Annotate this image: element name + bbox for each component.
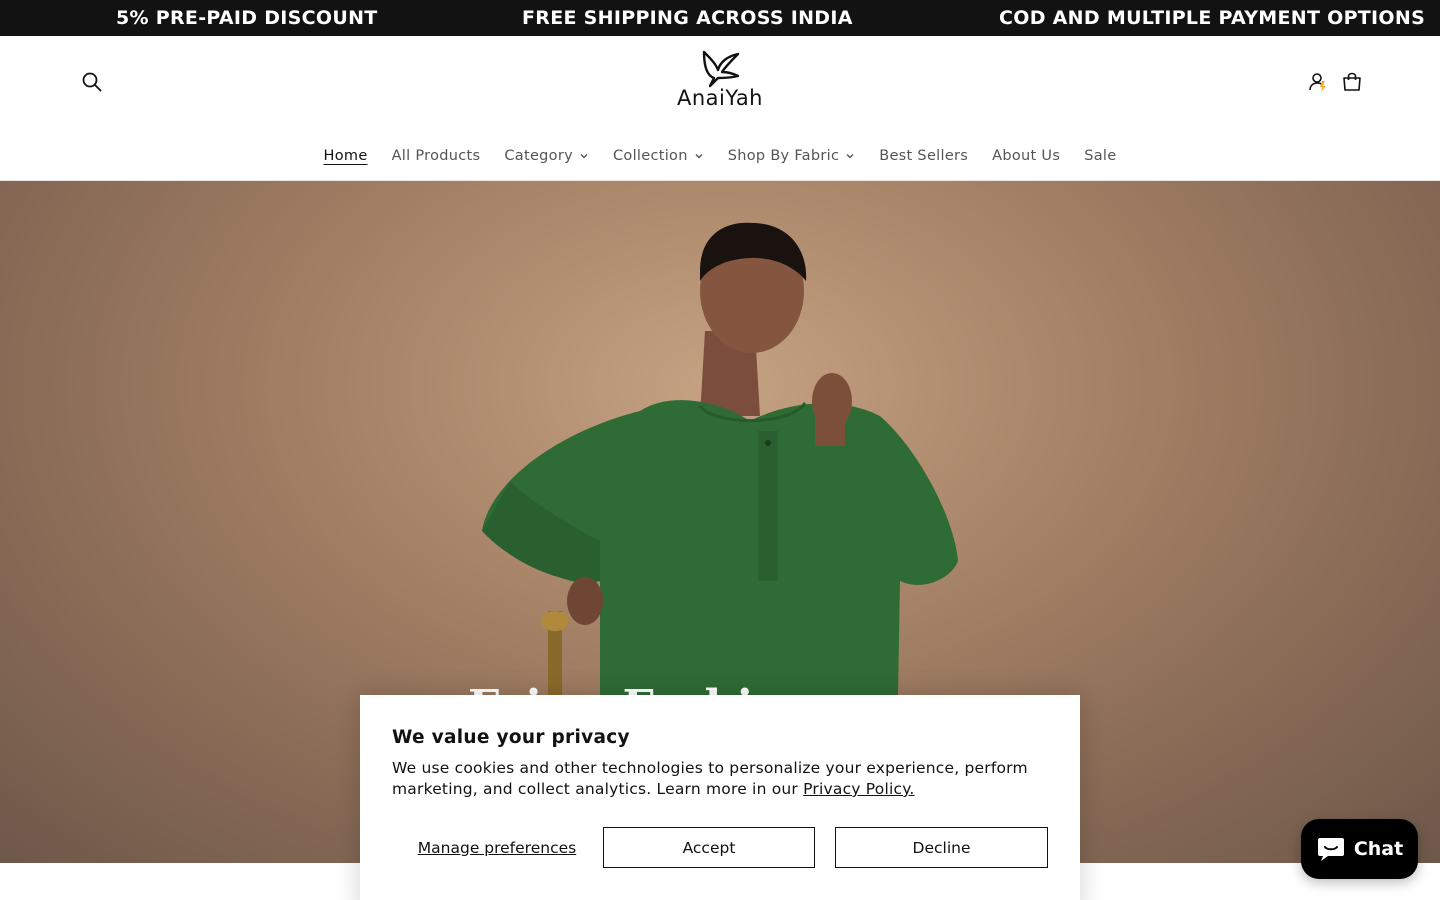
manage-preferences-button[interactable]: Manage preferences — [392, 827, 602, 868]
nav-label: Home — [323, 148, 368, 164]
search-icon — [82, 72, 102, 92]
cart-button[interactable] — [1338, 68, 1366, 96]
chat-bubble-icon — [1317, 838, 1344, 861]
announcement-payment-options: COD AND MULTIPLE PAYMENT OPTIONS — [999, 7, 1426, 29]
cookie-title: We value your privacy — [392, 727, 630, 748]
announcement-free-shipping: FREE SHIPPING ACROSS INDIA — [522, 7, 853, 29]
nav-item-home[interactable]: Home — [312, 148, 380, 164]
cookie-consent-dialog: We value your privacy We use cookies and… — [360, 695, 1080, 900]
site-header: AnaiYah Home All Products Category Colle… — [0, 36, 1440, 181]
nav-item-all-products[interactable]: All Products — [380, 148, 493, 164]
chat-label: Chat — [1353, 838, 1404, 860]
main-nav: Home All Products Category Collection Sh… — [0, 138, 1440, 174]
nav-label: Category — [504, 148, 573, 164]
chat-button[interactable]: Chat — [1301, 819, 1418, 879]
account-button[interactable] — [1304, 68, 1332, 96]
decline-button[interactable]: Decline — [835, 827, 1048, 868]
nav-label: Best Sellers — [879, 148, 969, 164]
nav-item-collection[interactable]: Collection — [601, 148, 716, 164]
announcement-prepaid-discount: 5% PRE-PAID DISCOUNT — [116, 7, 378, 29]
nav-label: Sale — [1084, 148, 1117, 164]
nav-item-category[interactable]: Category — [492, 148, 601, 164]
nav-item-best-sellers[interactable]: Best Sellers — [867, 148, 980, 164]
account-icon — [1309, 73, 1326, 92]
announcement-bar: 5% PRE-PAID DISCOUNT FREE SHIPPING ACROS… — [0, 0, 1440, 36]
chevron-down-icon — [846, 154, 854, 159]
nav-label: About Us — [992, 148, 1061, 164]
nav-label: Shop By Fabric — [727, 148, 840, 164]
privacy-policy-link[interactable]: Privacy Policy. — [803, 780, 914, 798]
cookie-actions: Manage preferences Accept Decline — [392, 827, 1048, 868]
nav-label: Collection — [613, 148, 688, 164]
nav-label: All Products — [391, 148, 481, 164]
nav-item-about-us[interactable]: About Us — [980, 148, 1072, 164]
nav-item-shop-by-fabric[interactable]: Shop By Fabric — [716, 148, 867, 164]
nav-item-sale[interactable]: Sale — [1072, 148, 1128, 164]
chevron-down-icon — [580, 154, 588, 159]
cart-icon — [1343, 72, 1361, 91]
brand-logo[interactable]: AnaiYah — [664, 48, 776, 120]
accept-button[interactable]: Accept — [603, 827, 815, 868]
chevron-down-icon — [695, 154, 703, 159]
logo-text: AnaiYah — [677, 86, 763, 110]
search-button[interactable] — [76, 66, 108, 98]
cookie-description-text: We use cookies and other technologies to… — [392, 759, 1028, 798]
cookie-description: We use cookies and other technologies to… — [392, 758, 1052, 800]
bird-logo-icon — [702, 50, 740, 88]
